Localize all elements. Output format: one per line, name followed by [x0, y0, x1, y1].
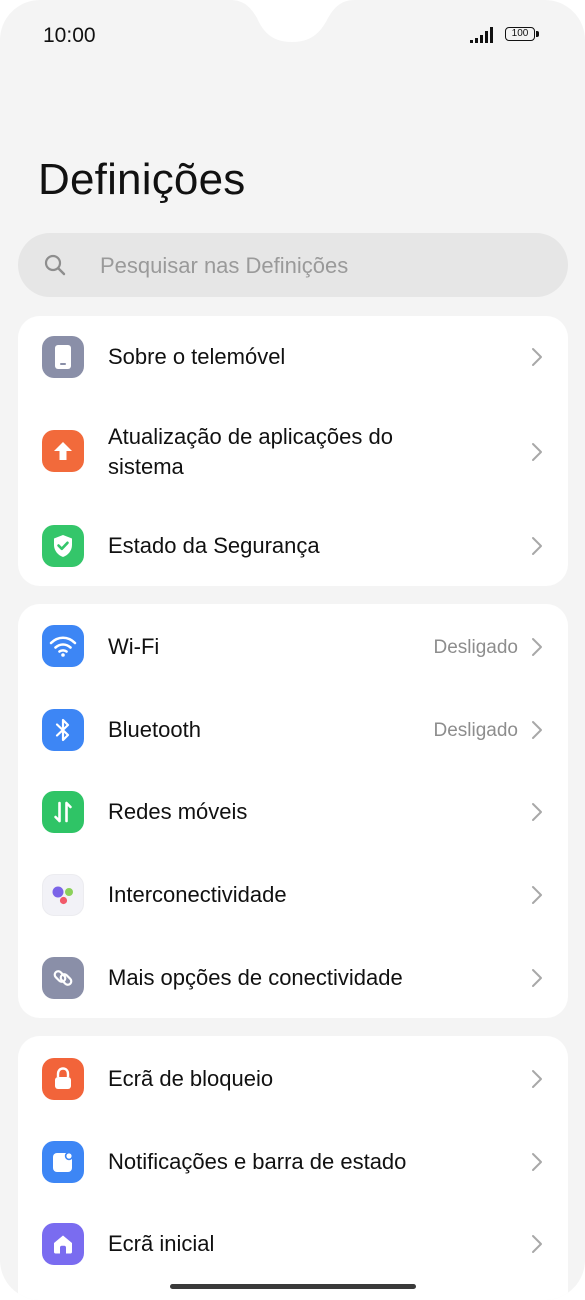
phone-icon	[42, 336, 84, 378]
setting-home-screen[interactable]: Ecrã inicial	[18, 1204, 568, 1287]
chevron-right-icon	[532, 969, 542, 987]
mobile-data-icon	[42, 791, 84, 833]
shield-check-icon	[42, 525, 84, 567]
settings-group-connectivity: Wi-Fi Desligado Bluetooth Desligado Rede…	[18, 604, 568, 1018]
setting-label: Notificações e barra de estado	[108, 1149, 407, 1174]
setting-label: Interconectividade	[108, 882, 287, 907]
status-bar: 10:00 100	[0, 0, 585, 70]
bluetooth-status-value: Desligado	[433, 720, 519, 741]
setting-system-app-updates[interactable]: Atualização de aplicações do sistema	[18, 406, 568, 496]
search-placeholder: Pesquisar nas Definições	[100, 253, 349, 278]
setting-more-connectivity[interactable]: Mais opções de conectividade	[18, 937, 568, 1018]
setting-lock-screen[interactable]: Ecrã de bloqueio	[18, 1036, 568, 1121]
setting-label: Wi-Fi	[108, 634, 160, 659]
interconnect-dots-icon	[42, 874, 84, 916]
bluetooth-icon	[42, 709, 84, 751]
setting-about-phone[interactable]: Sobre o telemóvel	[18, 316, 568, 399]
wifi-status-value: Desligado	[433, 637, 519, 658]
setting-security-status[interactable]: Estado da Segurança	[18, 506, 568, 586]
page-title: Definições	[38, 155, 246, 204]
setting-wifi[interactable]: Wi-Fi Desligado	[18, 604, 568, 689]
search-bar[interactable]: Pesquisar nas Definições	[18, 233, 568, 297]
battery-icon: 100	[505, 27, 539, 43]
settings-screen: 10:00 100 Definições Pesquisar nas Defin…	[0, 0, 585, 1300]
notification-icon	[42, 1141, 84, 1183]
settings-group-display: Ecrã de bloqueio Notificações e barra de…	[18, 1036, 568, 1300]
chevron-right-icon	[532, 537, 542, 555]
camera-notch	[230, 0, 355, 42]
setting-mobile-networks[interactable]: Redes móveis	[18, 772, 568, 855]
home-icon	[42, 1223, 84, 1265]
setting-label-line1: Atualização de aplicações do	[108, 424, 393, 449]
chevron-right-icon	[532, 348, 542, 366]
chevron-right-icon	[532, 1153, 542, 1171]
chevron-right-icon	[532, 638, 542, 656]
upload-arrow-icon	[42, 430, 84, 472]
battery-level: 100	[505, 27, 535, 41]
setting-label-line2: sistema	[108, 454, 184, 479]
lock-icon	[42, 1058, 84, 1100]
wifi-icon	[42, 625, 84, 667]
chevron-right-icon	[532, 1070, 542, 1088]
search-icon	[44, 254, 66, 276]
setting-label: Mais opções de conectividade	[108, 965, 403, 990]
setting-notifications-status-bar[interactable]: Notificações e barra de estado	[18, 1121, 568, 1204]
settings-group-device: Sobre o telemóvel Atualização de aplicaç…	[18, 316, 568, 586]
chevron-right-icon	[532, 443, 542, 461]
setting-label: Estado da Segurança	[108, 533, 320, 558]
signal-icon	[470, 27, 493, 43]
setting-bluetooth[interactable]: Bluetooth Desligado	[18, 689, 568, 772]
chevron-right-icon	[532, 803, 542, 821]
home-indicator[interactable]	[170, 1284, 416, 1289]
setting-label: Sobre o telemóvel	[108, 344, 286, 369]
link-icon	[42, 957, 84, 999]
setting-label: Ecrã inicial	[108, 1231, 215, 1256]
setting-label: Redes móveis	[108, 799, 248, 824]
chevron-right-icon	[532, 886, 542, 904]
setting-label: Bluetooth	[108, 717, 201, 742]
setting-label: Ecrã de bloqueio	[108, 1066, 274, 1091]
chevron-right-icon	[532, 721, 542, 739]
setting-interconnectivity[interactable]: Interconectividade	[18, 855, 568, 937]
chevron-right-icon	[532, 1235, 542, 1253]
status-time: 10:00	[43, 24, 96, 47]
